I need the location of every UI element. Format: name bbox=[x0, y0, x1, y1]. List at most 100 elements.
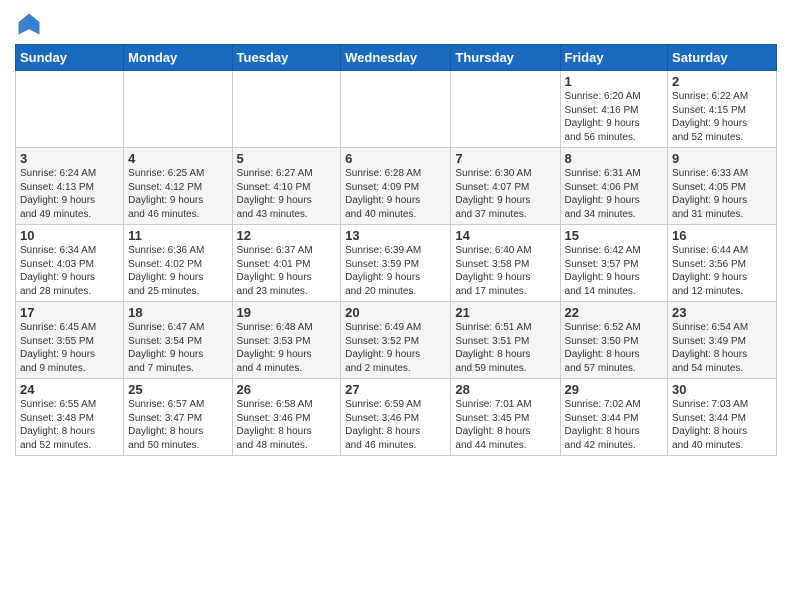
day-info: Sunrise: 6:37 AM Sunset: 4:01 PM Dayligh… bbox=[237, 244, 337, 298]
day-number: 14 bbox=[455, 228, 555, 243]
calendar-table: SundayMondayTuesdayWednesdayThursdayFrid… bbox=[15, 44, 777, 456]
calendar-cell: 1Sunrise: 6:20 AM Sunset: 4:16 PM Daylig… bbox=[560, 71, 668, 148]
calendar-cell: 14Sunrise: 6:40 AM Sunset: 3:58 PM Dayli… bbox=[451, 225, 560, 302]
day-info: Sunrise: 6:24 AM Sunset: 4:13 PM Dayligh… bbox=[20, 167, 119, 221]
calendar-cell: 22Sunrise: 6:52 AM Sunset: 3:50 PM Dayli… bbox=[560, 302, 668, 379]
day-number: 21 bbox=[455, 305, 555, 320]
calendar-week-3: 10Sunrise: 6:34 AM Sunset: 4:03 PM Dayli… bbox=[16, 225, 777, 302]
calendar-cell: 15Sunrise: 6:42 AM Sunset: 3:57 PM Dayli… bbox=[560, 225, 668, 302]
day-info: Sunrise: 6:54 AM Sunset: 3:49 PM Dayligh… bbox=[672, 321, 772, 375]
day-info: Sunrise: 6:25 AM Sunset: 4:12 PM Dayligh… bbox=[128, 167, 227, 221]
calendar-cell: 9Sunrise: 6:33 AM Sunset: 4:05 PM Daylig… bbox=[668, 148, 777, 225]
calendar-cell: 23Sunrise: 6:54 AM Sunset: 3:49 PM Dayli… bbox=[668, 302, 777, 379]
day-number: 27 bbox=[345, 382, 446, 397]
day-number: 12 bbox=[237, 228, 337, 243]
calendar-week-5: 24Sunrise: 6:55 AM Sunset: 3:48 PM Dayli… bbox=[16, 379, 777, 456]
calendar-cell: 27Sunrise: 6:59 AM Sunset: 3:46 PM Dayli… bbox=[341, 379, 451, 456]
day-number: 26 bbox=[237, 382, 337, 397]
day-info: Sunrise: 6:45 AM Sunset: 3:55 PM Dayligh… bbox=[20, 321, 119, 375]
day-info: Sunrise: 7:01 AM Sunset: 3:45 PM Dayligh… bbox=[455, 398, 555, 452]
day-info: Sunrise: 6:49 AM Sunset: 3:52 PM Dayligh… bbox=[345, 321, 446, 375]
calendar-cell: 12Sunrise: 6:37 AM Sunset: 4:01 PM Dayli… bbox=[232, 225, 341, 302]
day-number: 30 bbox=[672, 382, 772, 397]
day-info: Sunrise: 6:39 AM Sunset: 3:59 PM Dayligh… bbox=[345, 244, 446, 298]
calendar-cell: 18Sunrise: 6:47 AM Sunset: 3:54 PM Dayli… bbox=[124, 302, 232, 379]
day-number: 25 bbox=[128, 382, 227, 397]
calendar-cell: 5Sunrise: 6:27 AM Sunset: 4:10 PM Daylig… bbox=[232, 148, 341, 225]
day-info: Sunrise: 6:34 AM Sunset: 4:03 PM Dayligh… bbox=[20, 244, 119, 298]
calendar-cell: 16Sunrise: 6:44 AM Sunset: 3:56 PM Dayli… bbox=[668, 225, 777, 302]
day-info: Sunrise: 6:59 AM Sunset: 3:46 PM Dayligh… bbox=[345, 398, 446, 452]
calendar-cell: 29Sunrise: 7:02 AM Sunset: 3:44 PM Dayli… bbox=[560, 379, 668, 456]
logo-icon bbox=[15, 10, 43, 38]
day-info: Sunrise: 7:02 AM Sunset: 3:44 PM Dayligh… bbox=[565, 398, 664, 452]
calendar-cell: 24Sunrise: 6:55 AM Sunset: 3:48 PM Dayli… bbox=[16, 379, 124, 456]
day-info: Sunrise: 6:42 AM Sunset: 3:57 PM Dayligh… bbox=[565, 244, 664, 298]
calendar-cell bbox=[451, 71, 560, 148]
day-number: 20 bbox=[345, 305, 446, 320]
calendar-cell: 20Sunrise: 6:49 AM Sunset: 3:52 PM Dayli… bbox=[341, 302, 451, 379]
day-info: Sunrise: 6:31 AM Sunset: 4:06 PM Dayligh… bbox=[565, 167, 664, 221]
day-number: 28 bbox=[455, 382, 555, 397]
day-number: 9 bbox=[672, 151, 772, 166]
calendar-cell: 17Sunrise: 6:45 AM Sunset: 3:55 PM Dayli… bbox=[16, 302, 124, 379]
calendar-cell bbox=[232, 71, 341, 148]
day-number: 23 bbox=[672, 305, 772, 320]
calendar-cell: 30Sunrise: 7:03 AM Sunset: 3:44 PM Dayli… bbox=[668, 379, 777, 456]
calendar-cell: 13Sunrise: 6:39 AM Sunset: 3:59 PM Dayli… bbox=[341, 225, 451, 302]
day-info: Sunrise: 6:27 AM Sunset: 4:10 PM Dayligh… bbox=[237, 167, 337, 221]
day-number: 16 bbox=[672, 228, 772, 243]
day-info: Sunrise: 6:36 AM Sunset: 4:02 PM Dayligh… bbox=[128, 244, 227, 298]
column-header-tuesday: Tuesday bbox=[232, 45, 341, 71]
day-number: 4 bbox=[128, 151, 227, 166]
calendar-body: 1Sunrise: 6:20 AM Sunset: 4:16 PM Daylig… bbox=[16, 71, 777, 456]
calendar-week-2: 3Sunrise: 6:24 AM Sunset: 4:13 PM Daylig… bbox=[16, 148, 777, 225]
day-number: 22 bbox=[565, 305, 664, 320]
calendar-cell: 10Sunrise: 6:34 AM Sunset: 4:03 PM Dayli… bbox=[16, 225, 124, 302]
day-info: Sunrise: 6:48 AM Sunset: 3:53 PM Dayligh… bbox=[237, 321, 337, 375]
day-number: 10 bbox=[20, 228, 119, 243]
calendar-cell bbox=[16, 71, 124, 148]
day-info: Sunrise: 6:44 AM Sunset: 3:56 PM Dayligh… bbox=[672, 244, 772, 298]
calendar-cell: 7Sunrise: 6:30 AM Sunset: 4:07 PM Daylig… bbox=[451, 148, 560, 225]
day-number: 1 bbox=[565, 74, 664, 89]
calendar-cell: 2Sunrise: 6:22 AM Sunset: 4:15 PM Daylig… bbox=[668, 71, 777, 148]
day-info: Sunrise: 6:57 AM Sunset: 3:47 PM Dayligh… bbox=[128, 398, 227, 452]
day-info: Sunrise: 6:33 AM Sunset: 4:05 PM Dayligh… bbox=[672, 167, 772, 221]
calendar-cell: 11Sunrise: 6:36 AM Sunset: 4:02 PM Dayli… bbox=[124, 225, 232, 302]
column-header-wednesday: Wednesday bbox=[341, 45, 451, 71]
day-info: Sunrise: 6:20 AM Sunset: 4:16 PM Dayligh… bbox=[565, 90, 664, 144]
day-number: 18 bbox=[128, 305, 227, 320]
logo bbox=[15, 10, 47, 38]
calendar-cell: 25Sunrise: 6:57 AM Sunset: 3:47 PM Dayli… bbox=[124, 379, 232, 456]
calendar-week-4: 17Sunrise: 6:45 AM Sunset: 3:55 PM Dayli… bbox=[16, 302, 777, 379]
day-number: 3 bbox=[20, 151, 119, 166]
calendar-cell: 26Sunrise: 6:58 AM Sunset: 3:46 PM Dayli… bbox=[232, 379, 341, 456]
day-info: Sunrise: 6:52 AM Sunset: 3:50 PM Dayligh… bbox=[565, 321, 664, 375]
calendar-cell: 19Sunrise: 6:48 AM Sunset: 3:53 PM Dayli… bbox=[232, 302, 341, 379]
day-number: 2 bbox=[672, 74, 772, 89]
column-header-monday: Monday bbox=[124, 45, 232, 71]
calendar-cell bbox=[124, 71, 232, 148]
day-number: 7 bbox=[455, 151, 555, 166]
calendar-cell bbox=[341, 71, 451, 148]
page-container: SundayMondayTuesdayWednesdayThursdayFrid… bbox=[0, 0, 792, 466]
day-info: Sunrise: 6:55 AM Sunset: 3:48 PM Dayligh… bbox=[20, 398, 119, 452]
calendar-header: SundayMondayTuesdayWednesdayThursdayFrid… bbox=[16, 45, 777, 71]
header-row: SundayMondayTuesdayWednesdayThursdayFrid… bbox=[16, 45, 777, 71]
day-info: Sunrise: 6:47 AM Sunset: 3:54 PM Dayligh… bbox=[128, 321, 227, 375]
day-info: Sunrise: 6:40 AM Sunset: 3:58 PM Dayligh… bbox=[455, 244, 555, 298]
day-number: 8 bbox=[565, 151, 664, 166]
day-number: 29 bbox=[565, 382, 664, 397]
calendar-cell: 6Sunrise: 6:28 AM Sunset: 4:09 PM Daylig… bbox=[341, 148, 451, 225]
day-number: 15 bbox=[565, 228, 664, 243]
calendar-cell: 4Sunrise: 6:25 AM Sunset: 4:12 PM Daylig… bbox=[124, 148, 232, 225]
day-number: 6 bbox=[345, 151, 446, 166]
column-header-saturday: Saturday bbox=[668, 45, 777, 71]
column-header-thursday: Thursday bbox=[451, 45, 560, 71]
column-header-sunday: Sunday bbox=[16, 45, 124, 71]
calendar-cell: 3Sunrise: 6:24 AM Sunset: 4:13 PM Daylig… bbox=[16, 148, 124, 225]
day-info: Sunrise: 6:51 AM Sunset: 3:51 PM Dayligh… bbox=[455, 321, 555, 375]
day-info: Sunrise: 6:30 AM Sunset: 4:07 PM Dayligh… bbox=[455, 167, 555, 221]
calendar-cell: 28Sunrise: 7:01 AM Sunset: 3:45 PM Dayli… bbox=[451, 379, 560, 456]
